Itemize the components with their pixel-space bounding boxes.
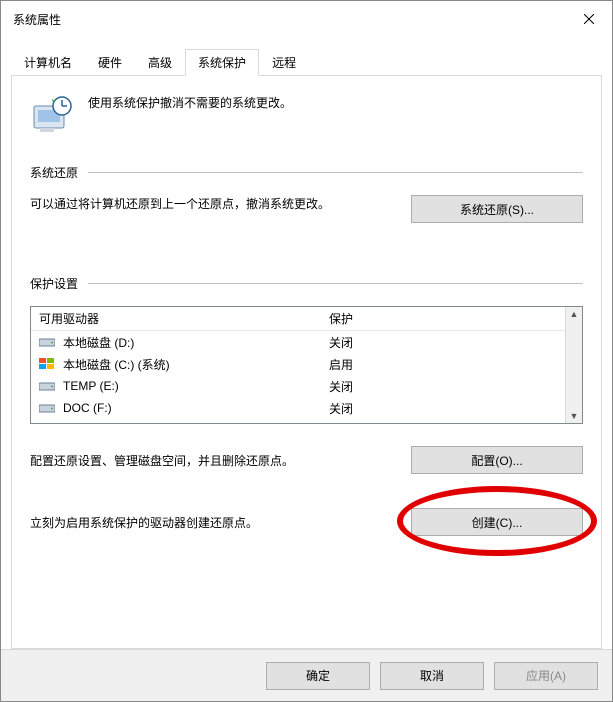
drive-name: DOC (F:) — [63, 401, 112, 415]
hdd-icon — [39, 336, 55, 348]
divider — [88, 172, 583, 173]
tab-strip: 计算机名 硬件 高级 系统保护 远程 — [11, 49, 602, 76]
restore-row: 可以通过将计算机还原到上一个还原点，撤消系统更改。 系统还原(S)... — [30, 195, 583, 223]
section-protection-title: 保护设置 — [30, 275, 78, 292]
system-restore-button[interactable]: 系统还原(S)... — [411, 195, 583, 223]
divider — [88, 283, 583, 284]
configure-desc: 配置还原设置、管理磁盘空间，并且删除还原点。 — [30, 452, 391, 469]
scroll-up-icon: ▲ — [570, 307, 579, 321]
tab-hardware[interactable]: 硬件 — [85, 49, 135, 76]
tab-advanced[interactable]: 高级 — [135, 49, 185, 76]
tab-panel-system-protection: 使用系统保护撤消不需要的系统更改。 系统还原 可以通过将计算机还原到上一个还原点… — [11, 75, 602, 649]
tab-remote[interactable]: 远程 — [259, 49, 309, 76]
system-properties-window: 系统属性 计算机名 硬件 高级 系统保护 远程 — [0, 0, 613, 702]
table-row[interactable]: TEMP (E:) 关闭 — [31, 375, 565, 397]
dialog-footer: 确定 取消 应用(A) — [1, 649, 612, 701]
tabs-container: 计算机名 硬件 高级 系统保护 远程 — [1, 37, 612, 649]
scroll-down-icon: ▼ — [570, 409, 579, 423]
table-row[interactable]: 本地磁盘 (D:) 关闭 — [31, 331, 565, 353]
tab-computer-name[interactable]: 计算机名 — [11, 49, 85, 76]
table-row[interactable]: 本地磁盘 (C:) (系统) 启用 — [31, 353, 565, 375]
window-title: 系统属性 — [13, 11, 61, 28]
drive-name: 本地磁盘 (C:) (系统) — [63, 356, 170, 373]
system-protection-icon — [30, 92, 74, 136]
drive-name: 本地磁盘 (D:) — [63, 334, 134, 351]
table-row[interactable]: DOC (F:) 关闭 — [31, 397, 565, 419]
drive-status: 关闭 — [321, 378, 565, 395]
titlebar: 系统属性 — [1, 1, 612, 37]
drive-status: 关闭 — [321, 334, 565, 351]
drive-name: TEMP (E:) — [63, 379, 119, 393]
scrollbar[interactable]: ▲ ▼ — [565, 307, 582, 423]
section-restore-header: 系统还原 — [30, 164, 583, 181]
drive-status: 关闭 — [321, 400, 565, 417]
drive-status: 启用 — [321, 356, 565, 373]
col-header-status[interactable]: 保护 — [321, 307, 565, 330]
restore-desc: 可以通过将计算机还原到上一个还原点，撤消系统更改。 — [30, 195, 391, 214]
cancel-button[interactable]: 取消 — [380, 662, 484, 690]
section-protection-header: 保护设置 — [30, 275, 583, 292]
hdd-icon — [39, 402, 55, 414]
configure-button[interactable]: 配置(O)... — [411, 446, 583, 474]
create-row: 立刻为启用系统保护的驱动器创建还原点。 创建(C)... — [30, 508, 583, 536]
drive-table: 可用驱动器 保护 本地磁盘 (D:) 关闭 — [30, 306, 583, 424]
section-restore-title: 系统还原 — [30, 164, 78, 181]
ok-button[interactable]: 确定 — [266, 662, 370, 690]
configure-row: 配置还原设置、管理磁盘空间，并且删除还原点。 配置(O)... — [30, 446, 583, 474]
col-header-drive[interactable]: 可用驱动器 — [31, 307, 321, 330]
windows-drive-icon — [39, 358, 55, 370]
drive-table-body: 可用驱动器 保护 本地磁盘 (D:) 关闭 — [31, 307, 565, 423]
drive-table-header: 可用驱动器 保护 — [31, 307, 565, 331]
apply-button[interactable]: 应用(A) — [494, 662, 598, 690]
tab-system-protection[interactable]: 系统保护 — [185, 49, 259, 76]
intro-text: 使用系统保护撤消不需要的系统更改。 — [88, 92, 292, 111]
create-desc: 立刻为启用系统保护的驱动器创建还原点。 — [30, 514, 391, 531]
create-restore-point-button[interactable]: 创建(C)... — [411, 508, 583, 536]
close-icon — [584, 14, 594, 24]
hdd-icon — [39, 380, 55, 392]
close-button[interactable] — [566, 1, 612, 37]
intro-row: 使用系统保护撤消不需要的系统更改。 — [30, 92, 583, 136]
